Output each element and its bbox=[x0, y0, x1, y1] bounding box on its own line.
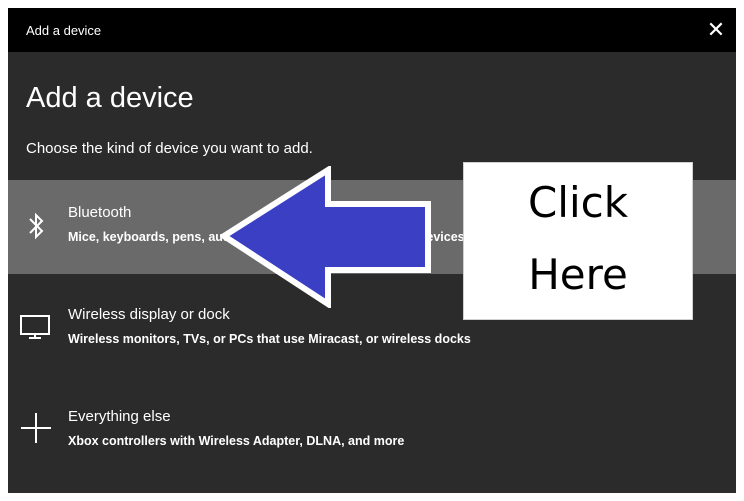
monitor-icon bbox=[18, 308, 54, 344]
option-label: Everything else bbox=[68, 408, 171, 425]
window-title: Add a device bbox=[26, 23, 102, 38]
option-description: Xbox controllers with Wireless Adapter, … bbox=[68, 434, 405, 448]
page-title: Add a device bbox=[26, 82, 194, 114]
option-description: Wireless monitors, TVs, or PCs that use … bbox=[68, 332, 471, 346]
callout-line-2: Here bbox=[528, 250, 628, 299]
add-device-window: Add a device ✕ Add a device Choose the k… bbox=[8, 8, 736, 493]
page-subtitle: Choose the kind of device you want to ad… bbox=[26, 140, 313, 157]
plus-icon bbox=[18, 410, 54, 446]
title-bar: Add a device ✕ bbox=[8, 8, 736, 52]
option-label: Bluetooth bbox=[68, 204, 132, 221]
callout-line-1: Click bbox=[527, 178, 629, 227]
bluetooth-icon bbox=[18, 208, 54, 244]
click-here-callout: Click Here bbox=[463, 162, 693, 320]
close-button[interactable]: ✕ bbox=[696, 8, 736, 52]
option-everything-else[interactable]: Everything else Xbox controllers with Wi… bbox=[8, 388, 736, 482]
pointer-arrow bbox=[220, 166, 431, 308]
option-label: Wireless display or dock bbox=[68, 306, 230, 323]
